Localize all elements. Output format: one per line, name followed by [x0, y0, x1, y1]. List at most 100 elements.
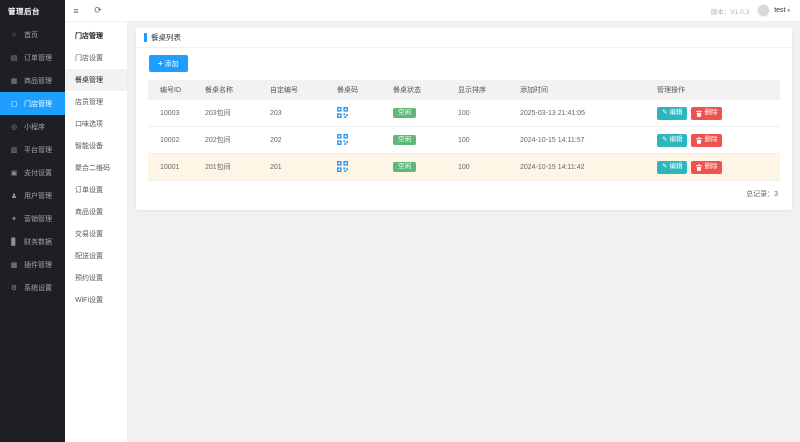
sidebar-item-plugin-management[interactable]: ▩ 插件管理 — [0, 253, 65, 276]
chevron-down-icon: ▾ — [787, 7, 790, 14]
user-menu[interactable]: test ▾ — [774, 7, 790, 14]
cell-time: 2025-03-13 21:41:05 — [520, 109, 585, 117]
cell-sort: 100 — [458, 163, 470, 171]
sidebar-item-label: 支付设置 — [24, 169, 52, 177]
sidebar-item-payment-settings[interactable]: ▣ 支付设置 — [0, 161, 65, 184]
sidebar-item-label: 商品管理 — [24, 77, 52, 85]
platform-icon: ▥ — [10, 146, 18, 154]
cell-number: 202 — [270, 136, 282, 144]
refresh-icon[interactable]: ⟳ — [87, 5, 109, 16]
tables-table: 编号ID 餐桌名称 自定编号 餐桌码 餐桌状态 显示排序 添加时间 管理操作 1… — [148, 80, 780, 181]
sidebar-item-label: 平台管理 — [24, 146, 52, 154]
marketing-icon: ✦ — [11, 215, 17, 223]
avatar[interactable] — [757, 4, 771, 17]
edit-button-label: 编辑 — [669, 162, 683, 170]
cell-id: 10002 — [160, 136, 180, 144]
delete-button[interactable]: 删除 — [691, 160, 723, 174]
pencil-icon: ✎ — [662, 162, 668, 170]
sidebar-item-label: 订单管理 — [24, 54, 52, 62]
main-content: 餐桌列表 + 添加 编号ID 餐桌名称 自定编号 餐桌码 餐桌状态 显示排序 添… — [128, 22, 800, 442]
sidebar-item-label: 财务数据 — [24, 238, 52, 246]
sidebar-item-finance-data[interactable]: ▊ 财务数据 — [0, 230, 65, 253]
pencil-icon: ✎ — [662, 108, 668, 116]
version-label: 版本：V1.0.3 — [710, 8, 750, 16]
submenu-item-staff-management[interactable]: 店员管理 — [65, 91, 127, 113]
edit-button[interactable]: ✎ 编辑 — [657, 106, 688, 120]
home-icon: ⌂ — [11, 31, 17, 38]
delete-button[interactable]: 删除 — [691, 133, 723, 147]
submenu-item-table-management[interactable]: 餐桌管理 — [65, 69, 127, 91]
qrcode-icon[interactable] — [337, 160, 348, 172]
row-actions: ✎ 编辑 删除 — [645, 106, 780, 120]
collapse-menu-icon[interactable]: ≡ — [65, 6, 87, 16]
sidebar-item-user-management[interactable]: ♟ 用户管理 — [0, 184, 65, 207]
edit-button-label: 编辑 — [669, 135, 683, 143]
col-header-name: 餐桌名称 — [205, 87, 233, 94]
sidebar-item-home[interactable]: ⌂ 首页 — [0, 23, 65, 46]
cell-sort: 100 — [458, 136, 470, 144]
delete-button-label: 删除 — [704, 162, 718, 170]
table-list-card: 餐桌列表 + 添加 编号ID 餐桌名称 自定编号 餐桌码 餐桌状态 显示排序 添… — [136, 28, 792, 210]
row-actions: ✎ 编辑 删除 — [645, 133, 780, 147]
submenu-item-reservation-settings[interactable]: 预约设置 — [65, 267, 127, 289]
sidebar-item-goods-management[interactable]: ▦ 商品管理 — [0, 69, 65, 92]
col-header-id: 编号ID — [160, 87, 181, 94]
status-badge: 空闲 — [393, 134, 416, 146]
col-header-actions: 管理操作 — [657, 87, 685, 94]
cell-name: 203包间 — [205, 110, 231, 117]
trash-icon — [696, 163, 703, 171]
qrcode-icon[interactable] — [337, 133, 348, 145]
username-label: test — [774, 7, 786, 14]
gear-icon: ⚙ — [10, 284, 18, 292]
pencil-icon: ✎ — [662, 135, 668, 143]
sidebar-item-system-settings[interactable]: ⚙ 系统设置 — [0, 276, 65, 299]
add-button-label: 添加 — [164, 60, 179, 68]
submenu-item-trade-settings[interactable]: 交易设置 — [65, 223, 127, 245]
plus-icon: + — [158, 59, 163, 68]
submenu-title: 门店管理 — [75, 33, 103, 40]
cell-number: 201 — [270, 163, 282, 171]
submenu-item-taste-options[interactable]: 口味选项 — [65, 113, 127, 135]
delete-button[interactable]: 删除 — [691, 106, 723, 120]
status-badge: 空闲 — [393, 107, 416, 119]
sidebar-item-label: 门店管理 — [24, 100, 52, 108]
store-icon: ▢ — [10, 100, 18, 108]
table-row: 10001 201包间 201 空闲 100 2024-10-15 14:11:… — [148, 154, 780, 181]
topbar: ≡ ⟳ 版本：V1.0.3 test ▾ — [65, 0, 800, 22]
edit-button[interactable]: ✎ 编辑 — [657, 133, 688, 147]
submenu-item-wifi-settings[interactable]: WiFi设置 — [65, 289, 127, 311]
edit-button[interactable]: ✎ 编辑 — [657, 160, 688, 174]
submenu-item-store-settings[interactable]: 门店设置 — [65, 47, 127, 69]
edit-button-label: 编辑 — [669, 108, 683, 116]
user-icon: ♟ — [10, 192, 18, 200]
table-row: 10003 203包间 203 空闲 100 2025-03-13 21:41:… — [148, 100, 780, 127]
submenu-item-order-settings[interactable]: 订单设置 — [65, 179, 127, 201]
page-title: 餐桌列表 — [151, 33, 181, 42]
qrcode-icon[interactable] — [337, 106, 348, 118]
status-badge: 空闲 — [393, 161, 416, 173]
sidebar-item-label: 营销管理 — [24, 215, 52, 223]
cell-time: 2024-10-15 14:11:42 — [520, 163, 585, 171]
sidebar-item-marketing-management[interactable]: ✦ 营销管理 — [0, 207, 65, 230]
secondary-sidebar: 门店管理 门店设置 餐桌管理 店员管理 口味选项 智能设备 聚合二维码 订单设置… — [65, 22, 128, 442]
app-title: 管理后台 — [8, 6, 40, 16]
panel-header: 餐桌列表 — [136, 28, 792, 48]
trash-icon — [696, 109, 703, 117]
cell-number: 203 — [270, 109, 282, 117]
sidebar-item-order-management[interactable]: ▤ 订单管理 — [0, 46, 65, 69]
plugin-icon: ▩ — [10, 261, 18, 269]
add-button[interactable]: + 添加 — [149, 55, 188, 72]
submenu-item-goods-settings[interactable]: 商品设置 — [65, 201, 127, 223]
goods-icon: ▦ — [10, 77, 18, 85]
trash-icon — [696, 136, 703, 144]
submenu-item-smart-devices[interactable]: 智能设备 — [65, 135, 127, 157]
topbar-right: 版本：V1.0.3 test ▾ — [711, 4, 800, 17]
sidebar-item-platform-management[interactable]: ▥ 平台管理 — [0, 138, 65, 161]
sidebar-menu: ⌂ 首页 ▤ 订单管理 ▦ 商品管理 ▢ 门店管理 ◎ 小程序 ▥ 平台管理 ▣… — [0, 22, 65, 299]
sidebar-item-label: 小程序 — [24, 123, 45, 131]
row-actions: ✎ 编辑 删除 — [645, 160, 780, 174]
sidebar-item-store-management[interactable]: ▢ 门店管理 — [0, 92, 65, 115]
submenu-item-delivery-settings[interactable]: 配送设置 — [65, 245, 127, 267]
sidebar-item-miniapp[interactable]: ◎ 小程序 — [0, 115, 65, 138]
submenu-item-aggregate-qrcode[interactable]: 聚合二维码 — [65, 157, 127, 179]
